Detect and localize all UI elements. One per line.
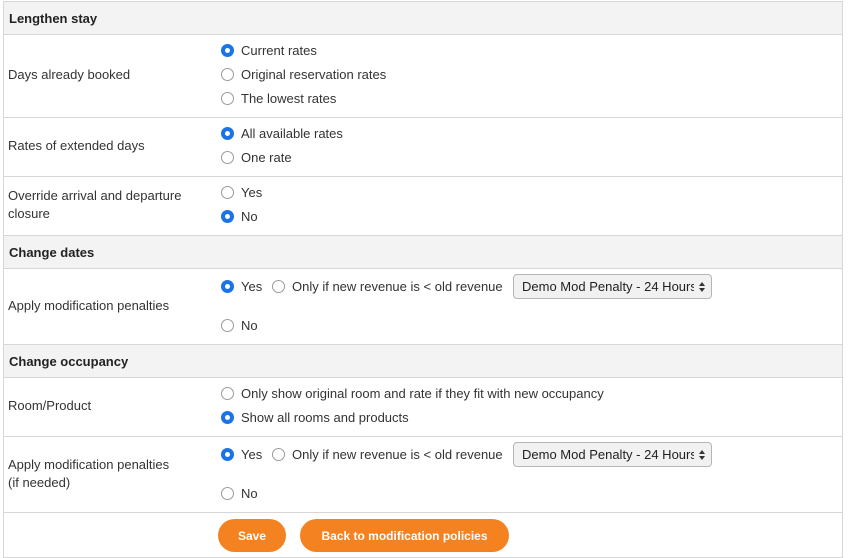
radio-lowest-rates[interactable]: The lowest rates — [221, 90, 336, 106]
radio-unselected-icon[interactable] — [221, 67, 234, 81]
radio-date-penalty-no[interactable]: No — [221, 317, 258, 333]
radio-all-available-rates[interactable]: All available rates — [221, 125, 343, 141]
radio-unselected-icon[interactable] — [221, 386, 234, 400]
extended-rates-label: Rates of extended days — [8, 138, 145, 153]
radio-unselected-icon[interactable] — [221, 486, 234, 500]
section-header-change-occupancy: Change occupancy — [3, 344, 843, 378]
radio-occupancy-penalty-only-if[interactable]: Only if new revenue is < old revenue — [272, 446, 503, 462]
radio-unselected-icon[interactable] — [272, 279, 285, 293]
radio-unselected-icon[interactable] — [221, 318, 234, 332]
radio-selected-icon[interactable] — [221, 410, 234, 424]
room-product-label: Room/Product — [8, 398, 92, 413]
radio-all-rooms-products[interactable]: Show all rooms and products — [221, 409, 409, 425]
override-label-line2: closure — [8, 206, 50, 221]
date-penalty-select[interactable]: Demo Mod Penalty - 24 Hours — [513, 274, 712, 299]
modification-policy-form: Lengthen stay Days already booked Curren… — [0, 0, 854, 558]
radio-selected-icon[interactable] — [221, 209, 234, 223]
radio-selected-icon[interactable] — [221, 126, 234, 140]
radio-unselected-icon[interactable] — [272, 447, 285, 461]
section-title: Lengthen stay — [9, 11, 98, 26]
radio-occupancy-penalty-yes[interactable]: Yes — [221, 446, 262, 462]
occupancy-penalty-select[interactable]: Demo Mod Penalty - 24 Hours — [513, 442, 712, 467]
occupancy-penalties-label-line1: Apply modification penalties — [8, 457, 170, 472]
row-divider — [3, 117, 843, 118]
section-title: Change dates — [9, 245, 95, 260]
radio-selected-icon[interactable] — [221, 43, 234, 57]
radio-one-rate[interactable]: One rate — [221, 149, 292, 165]
radio-selected-icon[interactable] — [221, 279, 234, 293]
row-divider — [3, 436, 843, 437]
radio-override-no[interactable]: No — [221, 208, 258, 224]
radio-unselected-icon[interactable] — [221, 185, 234, 199]
select-arrows-icon — [699, 450, 705, 460]
radio-original-room-rate[interactable]: Only show original room and rate if they… — [221, 385, 604, 401]
override-label-line1: Override arrival and departure — [8, 188, 182, 203]
radio-current-rates[interactable]: Current rates — [221, 42, 317, 58]
radio-date-penalty-yes[interactable]: Yes — [221, 278, 262, 294]
radio-date-penalty-only-if[interactable]: Only if new revenue is < old revenue — [272, 278, 503, 294]
row-divider — [3, 512, 843, 513]
radio-unselected-icon[interactable] — [221, 91, 234, 105]
radio-occupancy-penalty-no[interactable]: No — [221, 485, 258, 501]
back-to-policies-button[interactable]: Back to modification policies — [300, 519, 509, 552]
days-booked-label: Days already booked — [8, 67, 131, 82]
radio-original-reservation-rates[interactable]: Original reservation rates — [221, 66, 386, 82]
radio-override-yes[interactable]: Yes — [221, 184, 262, 200]
select-arrows-icon — [699, 282, 705, 292]
save-button[interactable]: Save — [218, 519, 286, 552]
radio-selected-icon[interactable] — [221, 447, 234, 461]
row-divider — [3, 176, 843, 177]
section-header-change-dates: Change dates — [3, 235, 843, 269]
radio-unselected-icon[interactable] — [221, 150, 234, 164]
section-title: Change occupancy — [9, 354, 129, 369]
date-penalties-label: Apply modification penalties — [8, 298, 170, 313]
section-header-lengthen-stay: Lengthen stay — [3, 1, 843, 35]
occupancy-penalties-label-line2: (if needed) — [8, 475, 71, 490]
